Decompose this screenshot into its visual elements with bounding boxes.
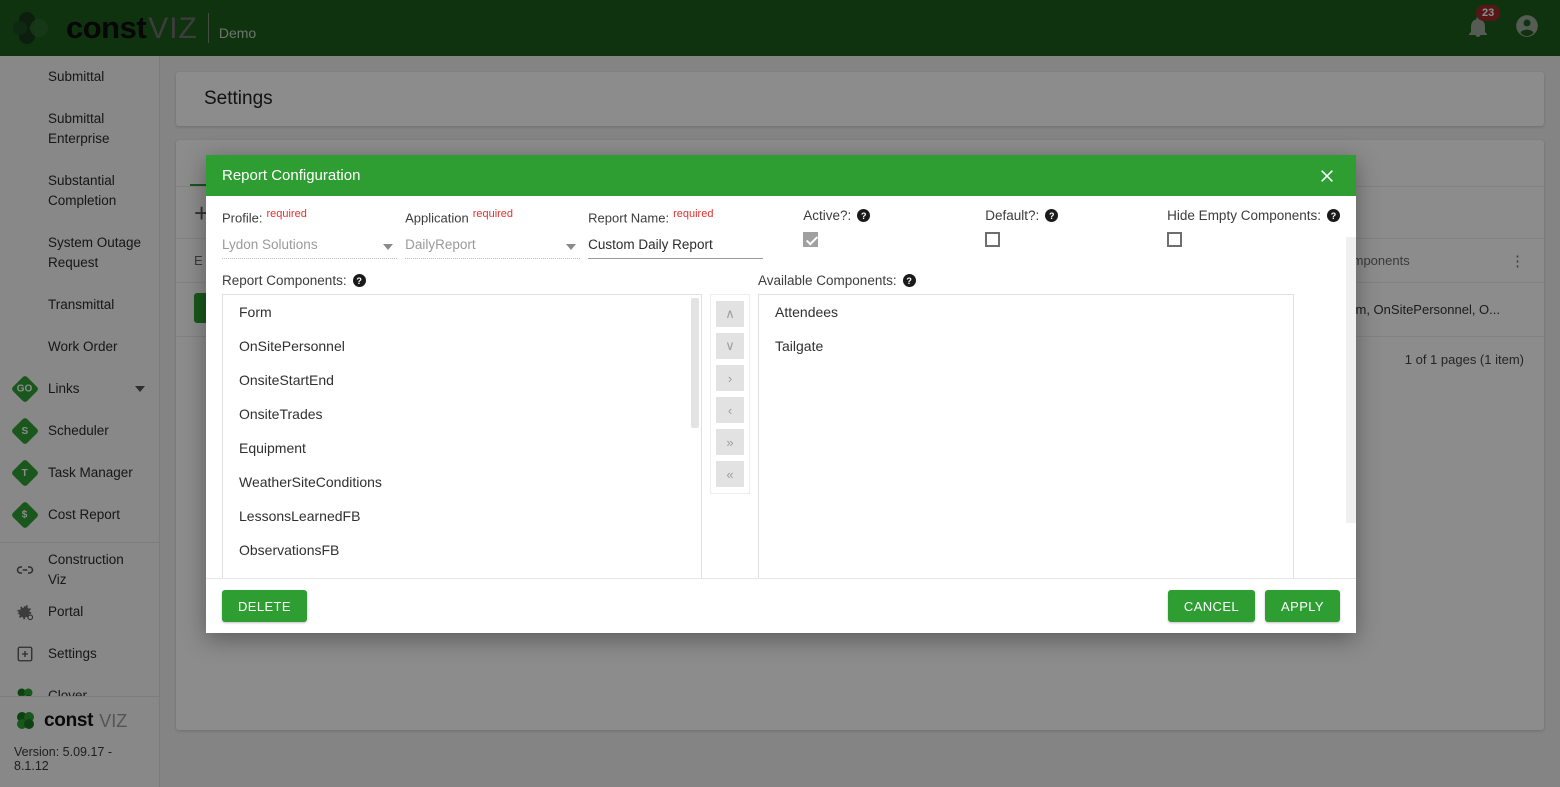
chevron-down-icon[interactable] [566,244,577,251]
move-right-button[interactable]: › [716,365,744,392]
move-left-button[interactable]: ‹ [716,397,744,424]
transfer-buttons-column: ∧ ∨ › ‹ » « [702,273,758,578]
hide-empty-components-checkbox[interactable] [1167,232,1183,247]
available-components-label-text: Available Components: [758,273,897,289]
default-checkbox-group: Default?: ? [985,208,1167,247]
close-icon [1321,169,1333,182]
active-label-text: Active?: [803,208,852,223]
list-item[interactable]: Equipment [223,431,701,465]
application-label-text: Application [405,210,469,226]
help-icon[interactable]: ? [352,274,366,288]
list-item[interactable]: Form [223,295,701,329]
list-item[interactable]: Attendees [759,295,1293,329]
report-name-required-text: required [673,208,714,220]
move-up-button[interactable]: ∧ [716,301,744,328]
scrollbar-thumb[interactable] [691,298,699,429]
profile-required-text: required [266,208,307,220]
dialog-form-row: Profile: required Lydon Solutions Applica… [222,208,1340,260]
application-label: Application required [405,208,580,225]
list-item[interactable]: OnSitePersonnel [223,329,701,363]
cancel-button[interactable]: CANCEL [1167,590,1256,622]
profile-value[interactable]: Lydon Solutions [222,237,398,260]
report-configuration-dialog: Report Configuration Profile: required Ly… [206,155,1356,633]
available-components-listbox[interactable]: Attendees Tailgate [758,294,1294,578]
available-components-column: Available Components: ? Attendees Tailga… [758,273,1294,578]
report-components-label-text: Report Components: [222,273,347,289]
report-name-label: Report Name: required [588,208,763,225]
list-item[interactable]: ActivityDetails [223,567,701,578]
move-all-left-button[interactable]: « [716,461,744,488]
hide-empty-components-label: Hide Empty Components: ? [1167,208,1340,223]
help-icon[interactable]: ? [857,209,871,222]
profile-label-text: Profile: [222,210,263,226]
list-item[interactable]: LessonsLearnedFB [223,499,701,533]
default-checkbox[interactable] [985,232,1001,247]
default-label-text: Default?: [985,208,1040,223]
help-icon[interactable]: ? [1327,209,1340,222]
dialog-header: Report Configuration [206,155,1356,196]
report-name-field[interactable]: Report Name: required Custom Daily Report [588,208,764,260]
application-field[interactable]: Application required DailyReport [405,208,581,260]
delete-button[interactable]: DELETE [222,590,307,622]
move-down-button[interactable]: ∨ [716,333,744,360]
list-item[interactable]: OnsiteStartEnd [223,363,701,397]
available-components-label: Available Components: ? [758,273,1294,288]
profile-label: Profile: required [222,208,397,225]
hide-empty-components-label-text: Hide Empty Components: [1167,208,1321,223]
components-transfer-area: Report Components: ? Form OnSitePersonne… [222,273,1340,578]
dialog-footer: DELETE CANCEL APPLY [206,578,1356,633]
report-components-label: Report Components: ? [222,273,702,288]
chevron-down-icon[interactable] [383,244,394,251]
application-value[interactable]: DailyReport [405,237,581,260]
application-required-text: required [472,208,514,220]
help-icon[interactable]: ? [902,274,916,288]
default-label: Default?: ? [985,208,1167,223]
list-item[interactable]: OnsiteTrades [223,397,701,431]
report-components-listbox[interactable]: Form OnSitePersonnel OnsiteStartEnd Onsi… [222,294,702,578]
list-item[interactable]: ObservationsFB [223,533,701,567]
transfer-buttons-box: ∧ ∨ › ‹ » « [710,294,750,495]
report-name-label-text: Report Name: [588,210,670,226]
report-name-input[interactable]: Custom Daily Report [588,237,764,260]
dialog-scrollbar[interactable] [1346,237,1356,523]
active-checkbox[interactable] [803,232,819,247]
help-icon[interactable]: ? [1045,209,1059,222]
active-checkbox-group: Active?: ? [803,208,985,247]
dialog-title: Report Configuration [222,167,361,184]
report-components-column: Report Components: ? Form OnSitePersonne… [222,273,702,578]
report-components-scrollbar[interactable] [691,296,700,578]
apply-button[interactable]: APPLY [1265,590,1340,622]
profile-field[interactable]: Profile: required Lydon Solutions [222,208,398,260]
active-label: Active?: ? [803,208,985,223]
list-item[interactable]: WeatherSiteConditions [223,465,701,499]
hide-empty-components-checkbox-group: Hide Empty Components: ? [1167,208,1340,247]
list-item[interactable]: Tailgate [759,329,1293,363]
close-button[interactable] [1314,163,1340,189]
move-all-right-button[interactable]: » [716,429,744,456]
dialog-body: Profile: required Lydon Solutions Applica… [206,196,1356,578]
